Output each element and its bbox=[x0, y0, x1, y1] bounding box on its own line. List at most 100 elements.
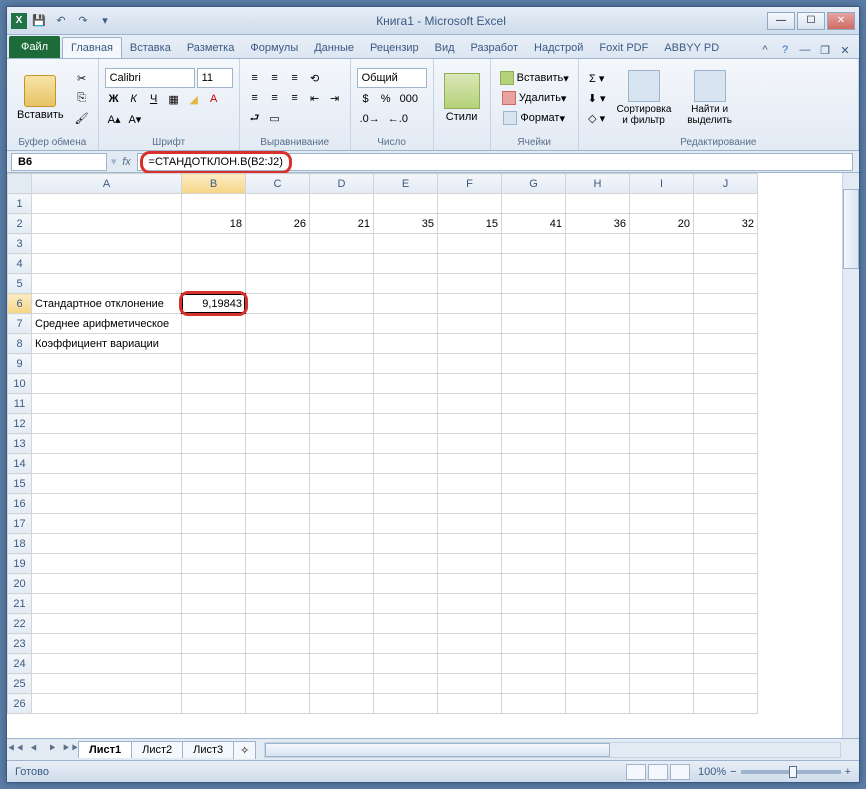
font-name-combo[interactable]: Calibri bbox=[105, 68, 195, 88]
merge-button[interactable]: ▭ bbox=[266, 109, 284, 127]
row-header[interactable]: 14 bbox=[8, 454, 32, 474]
copy-button[interactable]: ⎘ bbox=[72, 89, 92, 107]
cell[interactable]: 32 bbox=[694, 214, 758, 234]
row-header[interactable]: 19 bbox=[8, 554, 32, 574]
decrease-font-button[interactable]: A▾ bbox=[125, 110, 144, 128]
qat-redo-icon[interactable]: ↷ bbox=[73, 11, 93, 31]
zoom-out-button[interactable]: − bbox=[730, 766, 736, 778]
spreadsheet-grid[interactable]: A B C D E F G H I J 1 2 18 26 21 3 bbox=[7, 173, 758, 714]
file-tab[interactable]: Файл bbox=[9, 36, 60, 58]
fill-color-button[interactable]: ◢ bbox=[185, 90, 203, 108]
align-right-button[interactable]: ≡ bbox=[286, 89, 304, 107]
row-header[interactable]: 20 bbox=[8, 574, 32, 594]
sort-filter-button[interactable]: Сортировка и фильтр bbox=[613, 68, 675, 128]
minimize-ribbon-icon[interactable]: ^ bbox=[757, 42, 773, 58]
col-header-b[interactable]: B bbox=[182, 174, 246, 194]
tab-insert[interactable]: Вставка bbox=[122, 38, 179, 58]
col-header-i[interactable]: I bbox=[630, 174, 694, 194]
page-layout-view-button[interactable] bbox=[648, 764, 668, 780]
mdi-close-icon[interactable]: ✕ bbox=[837, 42, 853, 58]
cell[interactable]: 18 bbox=[182, 214, 246, 234]
tab-formulas[interactable]: Формулы bbox=[242, 38, 306, 58]
horizontal-scrollbar[interactable] bbox=[264, 742, 841, 758]
italic-button[interactable]: К bbox=[125, 90, 143, 108]
row-header[interactable]: 7 bbox=[8, 314, 32, 334]
underline-button[interactable]: Ч bbox=[145, 90, 163, 108]
wrap-text-button[interactable]: ⮐ bbox=[246, 109, 264, 127]
col-header-h[interactable]: H bbox=[566, 174, 630, 194]
align-center-button[interactable]: ≡ bbox=[266, 89, 284, 107]
vertical-scrollbar[interactable] bbox=[842, 173, 859, 738]
align-top-button[interactable]: ≡ bbox=[246, 69, 264, 87]
cell[interactable]: Стандартное отклонение bbox=[32, 294, 182, 314]
decrease-decimal-button[interactable]: ←.0 bbox=[385, 110, 411, 128]
zoom-in-button[interactable]: + bbox=[845, 766, 851, 778]
qat-save-icon[interactable]: 💾 bbox=[29, 11, 49, 31]
font-size-combo[interactable]: 11 bbox=[197, 68, 233, 88]
cell[interactable] bbox=[32, 214, 182, 234]
cell[interactable]: 26 bbox=[246, 214, 310, 234]
col-header-a[interactable]: A bbox=[32, 174, 182, 194]
first-sheet-button[interactable]: ⯇⯇ bbox=[7, 743, 25, 756]
format-painter-button[interactable]: 🖌 bbox=[72, 109, 92, 127]
row-header[interactable]: 3 bbox=[8, 234, 32, 254]
tab-developer[interactable]: Разработ bbox=[463, 38, 526, 58]
row-header[interactable]: 25 bbox=[8, 674, 32, 694]
delete-cells-button[interactable]: Удалить ▾ bbox=[497, 89, 572, 107]
sheet-tab-3[interactable]: Лист3 bbox=[182, 741, 234, 758]
cell-b6[interactable]: 9,19843 bbox=[182, 294, 246, 314]
zoom-level[interactable]: 100% bbox=[698, 766, 726, 778]
vscroll-thumb[interactable] bbox=[843, 189, 859, 269]
cell[interactable]: 21 bbox=[310, 214, 374, 234]
tab-view[interactable]: Вид bbox=[427, 38, 463, 58]
cell[interactable]: Среднее арифметическое bbox=[32, 314, 182, 334]
prev-sheet-button[interactable]: ⯇ bbox=[25, 743, 43, 756]
row-header[interactable]: 4 bbox=[8, 254, 32, 274]
page-break-view-button[interactable] bbox=[670, 764, 690, 780]
bold-button[interactable]: Ж bbox=[105, 90, 123, 108]
row-header[interactable]: 5 bbox=[8, 274, 32, 294]
tab-data[interactable]: Данные bbox=[306, 38, 362, 58]
cell[interactable]: 36 bbox=[566, 214, 630, 234]
sheet-tab-2[interactable]: Лист2 bbox=[131, 741, 183, 758]
col-header-f[interactable]: F bbox=[438, 174, 502, 194]
paste-button[interactable]: Вставить bbox=[13, 73, 68, 123]
align-middle-button[interactable]: ≡ bbox=[266, 69, 284, 87]
row-header[interactable]: 15 bbox=[8, 474, 32, 494]
col-header-j[interactable]: J bbox=[694, 174, 758, 194]
qat-undo-icon[interactable]: ↶ bbox=[51, 11, 71, 31]
col-header-c[interactable]: C bbox=[246, 174, 310, 194]
format-cells-button[interactable]: Формат ▾ bbox=[497, 109, 572, 127]
decrease-indent-button[interactable]: ⇤ bbox=[306, 89, 324, 107]
zoom-slider[interactable] bbox=[741, 770, 841, 774]
autosum-button[interactable]: Σ ▾ bbox=[585, 69, 609, 87]
align-bottom-button[interactable]: ≡ bbox=[286, 69, 304, 87]
maximize-button[interactable]: ☐ bbox=[797, 12, 825, 30]
help-icon[interactable]: ? bbox=[777, 42, 793, 58]
row-header[interactable]: 17 bbox=[8, 514, 32, 534]
formula-input[interactable]: =СТАНДОТКЛОН.В(B2:J2) bbox=[137, 153, 853, 171]
zoom-thumb[interactable] bbox=[789, 766, 797, 778]
row-header[interactable]: 16 bbox=[8, 494, 32, 514]
cell[interactable]: Коэффициент вариации bbox=[32, 334, 182, 354]
tab-abbyy[interactable]: ABBYY PD bbox=[656, 38, 727, 58]
row-header[interactable]: 11 bbox=[8, 394, 32, 414]
tab-foxit[interactable]: Foxit PDF bbox=[591, 38, 656, 58]
select-all-corner[interactable] bbox=[8, 174, 32, 194]
cell[interactable]: 35 bbox=[374, 214, 438, 234]
cell[interactable]: 20 bbox=[630, 214, 694, 234]
font-color-button[interactable]: A bbox=[205, 90, 223, 108]
tab-layout[interactable]: Разметка bbox=[179, 38, 243, 58]
row-header[interactable]: 23 bbox=[8, 634, 32, 654]
increase-font-button[interactable]: A▴ bbox=[105, 110, 124, 128]
last-sheet-button[interactable]: ⯈⯈ bbox=[61, 743, 79, 756]
row-header[interactable]: 22 bbox=[8, 614, 32, 634]
row-header[interactable]: 6 bbox=[8, 294, 32, 314]
row-header[interactable]: 12 bbox=[8, 414, 32, 434]
close-button[interactable]: ✕ bbox=[827, 12, 855, 30]
find-select-button[interactable]: Найти и выделить bbox=[679, 68, 741, 128]
row-header[interactable]: 18 bbox=[8, 534, 32, 554]
hscroll-thumb[interactable] bbox=[265, 743, 610, 757]
qat-customize-icon[interactable]: ▾ bbox=[95, 11, 115, 31]
name-box[interactable]: B6 bbox=[11, 153, 107, 171]
